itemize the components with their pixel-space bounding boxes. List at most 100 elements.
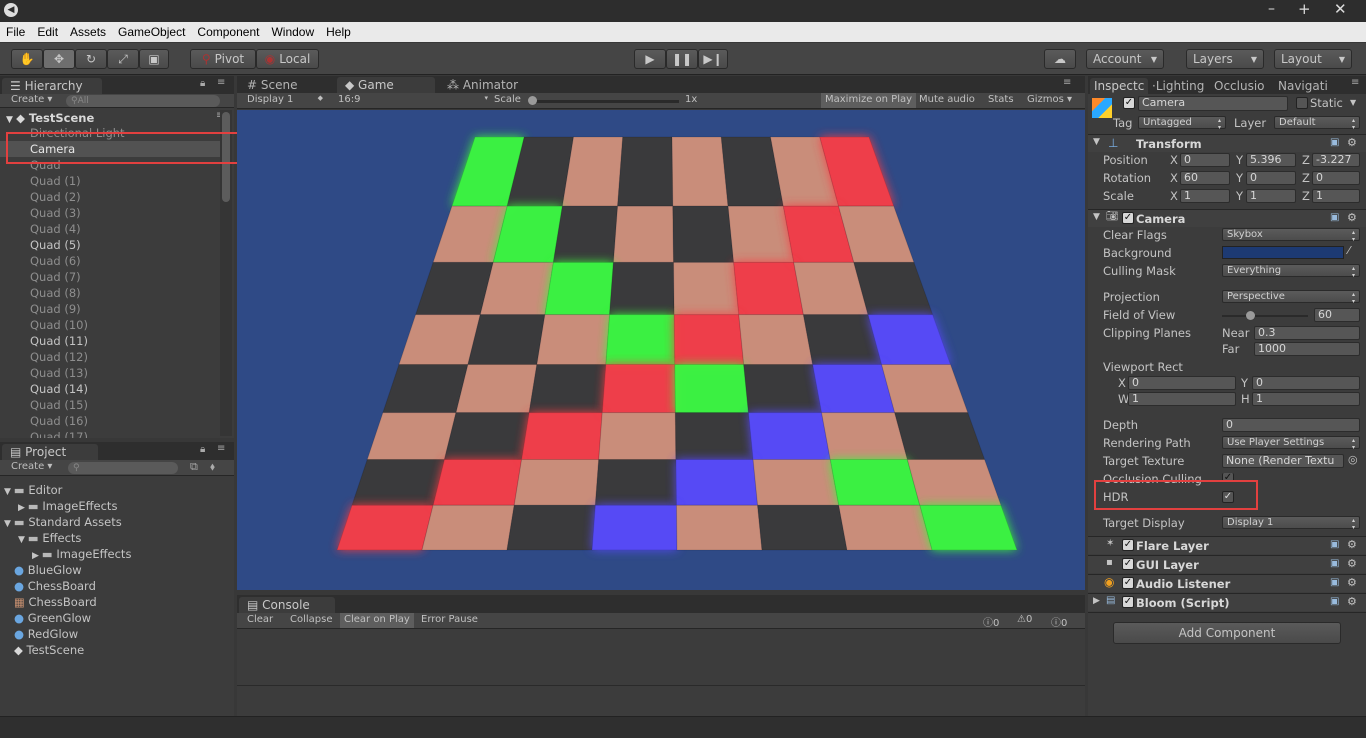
help-icon[interactable]: ▣ — [1330, 596, 1339, 607]
audio-listener-checkbox[interactable]: ✓ — [1122, 577, 1134, 589]
gear-icon[interactable]: ⚙ — [1347, 136, 1357, 149]
layer-dropdown[interactable]: Default — [1274, 116, 1360, 131]
tab-animator[interactable]: ⁂ Animator — [439, 77, 539, 93]
hierarchy-item[interactable]: Quad (11) — [30, 333, 88, 349]
hierarchy-item[interactable]: Quad (9) — [30, 301, 81, 317]
project-item[interactable]: ▼ ▬ Effects — [18, 530, 81, 546]
gear-icon[interactable]: ⚙ — [1347, 211, 1357, 224]
project-search-input[interactable]: ⚲ — [68, 462, 178, 474]
warning-count-toggle[interactable]: ⚠0 — [1017, 614, 1032, 625]
hierarchy-item[interactable]: Quad (14) — [30, 381, 88, 397]
background-color-swatch[interactable] — [1222, 246, 1344, 259]
fov-slider-thumb[interactable] — [1246, 311, 1256, 320]
hierarchy-item[interactable]: Quad (17) — [30, 429, 88, 438]
hierarchy-search-input[interactable]: ⚲All — [66, 95, 220, 107]
rotation-y-field[interactable]: 0 — [1246, 171, 1296, 185]
object-name-field[interactable]: Camera — [1138, 96, 1288, 111]
minimize-icon[interactable]: – — [1268, 1, 1275, 17]
menu-assets[interactable]: Assets — [64, 22, 112, 39]
project-create-dropdown[interactable]: Create ▾ — [11, 461, 52, 472]
project-item[interactable]: ● RedGlow — [14, 626, 78, 642]
maximize-icon[interactable]: + — [1298, 0, 1311, 18]
viewport-y-field[interactable]: 0 — [1252, 376, 1360, 390]
help-icon[interactable]: ▣ — [1330, 577, 1339, 588]
hierarchy-item[interactable]: Quad (6) — [30, 253, 81, 269]
tab-game[interactable]: ◆ Game — [337, 77, 435, 93]
panel-menu-icon[interactable]: ≡ — [217, 77, 225, 88]
project-item[interactable]: ▶ ▬ ImageEffects — [32, 546, 131, 562]
layout-dropdown[interactable]: Layout ▼ — [1274, 49, 1352, 69]
menu-gameobject[interactable]: GameObject — [112, 22, 191, 39]
menu-edit[interactable]: Edit — [31, 22, 64, 39]
hierarchy-item[interactable]: Quad (3) — [30, 205, 81, 221]
chevron-down-icon[interactable]: ▼ — [1350, 98, 1356, 107]
expand-arrow-icon[interactable]: ▶ — [32, 551, 42, 561]
hierarchy-item[interactable]: Quad (15) — [30, 397, 88, 413]
project-item[interactable]: ▦ ChessBoard — [14, 594, 97, 610]
depth-field[interactable]: 0 — [1222, 418, 1360, 432]
panel-menu-icon[interactable]: ≡ — [217, 443, 225, 454]
object-picker-icon[interactable]: ◎ — [1348, 453, 1358, 466]
layers-dropdown[interactable]: Layers ▼ — [1186, 49, 1264, 69]
rotation-x-field[interactable]: 60 — [1180, 171, 1230, 185]
clear-on-play-toggle[interactable]: Clear on Play — [340, 613, 414, 628]
menu-component[interactable]: Component — [191, 22, 265, 39]
position-y-field[interactable]: 5.396 — [1246, 153, 1296, 167]
hierarchy-item[interactable]: Quad (4) — [30, 221, 81, 237]
move-tool-button[interactable]: ✥ — [43, 49, 75, 69]
eyedropper-icon[interactable]: ⁄ — [1348, 244, 1350, 257]
active-checkbox[interactable]: ✓ — [1123, 97, 1135, 109]
camera-enabled-checkbox[interactable]: ✓ — [1122, 212, 1134, 224]
tab-console[interactable]: ▤ Console — [239, 597, 335, 613]
near-field[interactable]: 0.3 — [1254, 326, 1360, 340]
flare-layer-checkbox[interactable]: ✓ — [1122, 539, 1134, 551]
expand-arrow-icon[interactable]: ▼ — [18, 535, 28, 545]
step-button[interactable]: ▶❙ — [698, 49, 728, 69]
expand-arrow-icon[interactable]: ▼ — [4, 487, 14, 497]
static-checkbox[interactable] — [1296, 97, 1308, 109]
target-texture-field[interactable]: None (Render Textu — [1222, 454, 1344, 468]
culling-mask-dropdown[interactable]: Everything — [1222, 264, 1360, 279]
tab-project[interactable]: ▤ Project — [2, 444, 98, 460]
add-component-button[interactable]: Add Component — [1113, 622, 1341, 644]
scale-x-field[interactable]: 1 — [1180, 189, 1230, 203]
gear-icon[interactable]: ⚙ — [1347, 595, 1357, 608]
viewport-h-field[interactable]: 1 — [1252, 392, 1360, 406]
gear-icon[interactable]: ⚙ — [1347, 557, 1357, 570]
menu-help[interactable]: Help — [320, 22, 357, 39]
project-item[interactable]: ● GreenGlow — [14, 610, 91, 626]
mute-audio-toggle[interactable]: Mute audio — [919, 94, 975, 105]
camera-component-header[interactable]: ▼ 📷︎ ✓ Camera ▣ ⚙ — [1088, 209, 1366, 227]
help-icon[interactable]: ▣ — [1330, 558, 1339, 569]
stats-toggle[interactable]: Stats — [988, 94, 1014, 105]
fov-slider-track[interactable] — [1222, 315, 1308, 317]
maximize-on-play-toggle[interactable]: Maximize on Play — [821, 93, 917, 108]
create-dropdown[interactable]: Create ▾ — [11, 94, 52, 105]
bloom-checkbox[interactable]: ✓ — [1122, 596, 1134, 608]
flare-layer-header[interactable]: ✶ ✓ Flare Layer ▣ ⚙ — [1088, 536, 1366, 554]
panel-menu-icon[interactable]: ≡ — [1063, 77, 1071, 88]
scale-y-field[interactable]: 1 — [1246, 189, 1296, 203]
hierarchy-item[interactable]: Quad (10) — [30, 317, 88, 333]
clear-flags-dropdown[interactable]: Skybox — [1222, 228, 1360, 243]
scale-tool-button[interactable]: ⤢ — [107, 49, 139, 69]
panel-menu-icon[interactable]: ≡ — [1351, 77, 1359, 88]
game-view[interactable] — [237, 110, 1085, 590]
help-icon[interactable]: ▣ — [1330, 137, 1339, 148]
transform-header[interactable]: ▼ ⊥ Transform ▣ ⚙ — [1088, 134, 1366, 152]
project-item[interactable]: ▼ ▬ Editor — [4, 482, 62, 498]
rotation-z-field[interactable]: 0 — [1312, 171, 1360, 185]
viewport-x-field[interactable]: 0 — [1128, 376, 1236, 390]
scale-slider-track[interactable] — [529, 100, 679, 103]
help-icon[interactable]: ▣ — [1330, 539, 1339, 550]
clear-button[interactable]: Clear — [247, 614, 273, 625]
account-dropdown[interactable]: Account ▼ — [1086, 49, 1164, 69]
hierarchy-item[interactable]: Quad (5) — [30, 237, 81, 253]
cloud-button[interactable]: ☁ — [1044, 49, 1076, 69]
bloom-script-header[interactable]: ▶ ▤ ✓ Bloom (Script) ▣ ⚙ — [1088, 593, 1366, 611]
close-icon[interactable]: ✕ — [1334, 0, 1347, 18]
gizmos-dropdown[interactable]: Gizmos ▾ — [1027, 94, 1072, 105]
collapse-button[interactable]: Collapse — [290, 614, 333, 625]
gui-layer-header[interactable]: ▪ ✓ GUI Layer ▣ ⚙ — [1088, 555, 1366, 573]
rotate-tool-button[interactable]: ↻ — [75, 49, 107, 69]
